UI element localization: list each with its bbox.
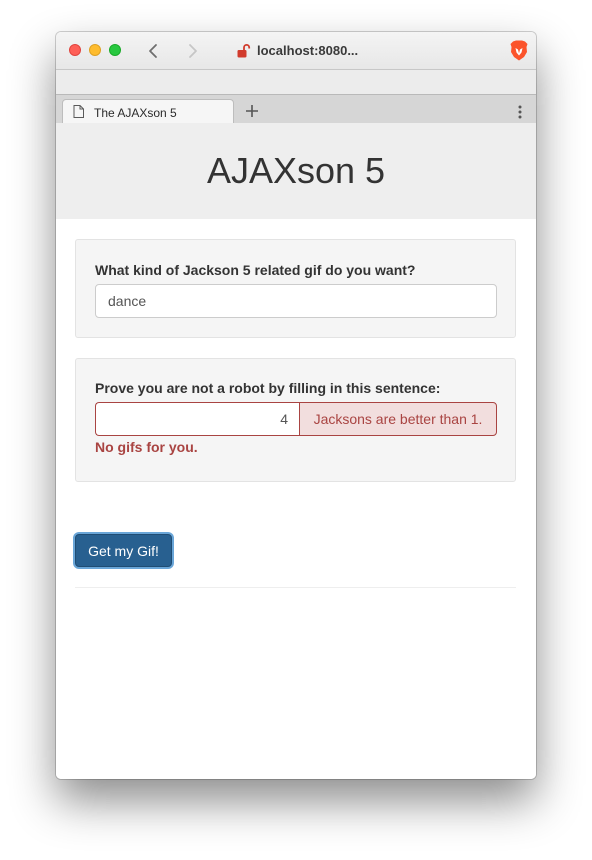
tab-strip: The AJAXson 5 xyxy=(56,95,536,125)
page-icon xyxy=(73,105,84,118)
address-bar[interactable]: localhost:8080... xyxy=(257,43,358,58)
browser-tab[interactable]: The AJAXson 5 xyxy=(62,99,234,125)
bookmarks-bar xyxy=(56,70,536,95)
minimize-window-button[interactable] xyxy=(89,44,101,56)
gif-query-input[interactable] xyxy=(95,284,497,318)
brave-shields-button[interactable] xyxy=(510,40,528,61)
forward-button[interactable] xyxy=(182,41,202,61)
site-security-button[interactable] xyxy=(236,43,252,59)
tab-title: The AJAXson 5 xyxy=(94,106,177,120)
browser-window: localhost:8080... The AJAXson 5 AJAXson … xyxy=(56,32,536,779)
close-window-button[interactable] xyxy=(69,44,81,56)
page-content: AJAXson 5 What kind of Jackson 5 related… xyxy=(56,123,536,779)
title-bar: localhost:8080... xyxy=(56,32,536,70)
get-gif-button[interactable]: Get my Gif! xyxy=(75,534,172,567)
new-tab-button[interactable] xyxy=(243,102,261,120)
divider xyxy=(75,587,516,588)
plus-icon xyxy=(246,105,258,117)
browser-menu-button[interactable] xyxy=(514,103,526,121)
more-vertical-icon xyxy=(518,105,522,119)
page-title: AJAXson 5 xyxy=(206,150,386,191)
robot-check-addon: Jacksons are better than 1. xyxy=(299,402,497,436)
unlocked-icon xyxy=(237,44,251,58)
robot-check-error: No gifs for you. xyxy=(95,439,198,455)
brave-lion-icon xyxy=(510,40,528,61)
robot-check-input[interactable] xyxy=(95,402,300,436)
robot-check-input-group: Jacksons are better than 1. xyxy=(95,402,497,436)
jumbotron: AJAXson 5 xyxy=(56,123,536,219)
robot-check-panel: Prove you are not a robot by filling in … xyxy=(75,358,516,482)
back-icon xyxy=(149,44,157,58)
forward-icon xyxy=(189,44,197,58)
robot-check-label: Prove you are not a robot by filling in … xyxy=(95,380,441,396)
gif-query-panel: What kind of Jackson 5 related gif do yo… xyxy=(75,239,516,338)
zoom-window-button[interactable] xyxy=(109,44,121,56)
back-button[interactable] xyxy=(144,41,164,61)
gif-query-label: What kind of Jackson 5 related gif do yo… xyxy=(95,262,416,278)
